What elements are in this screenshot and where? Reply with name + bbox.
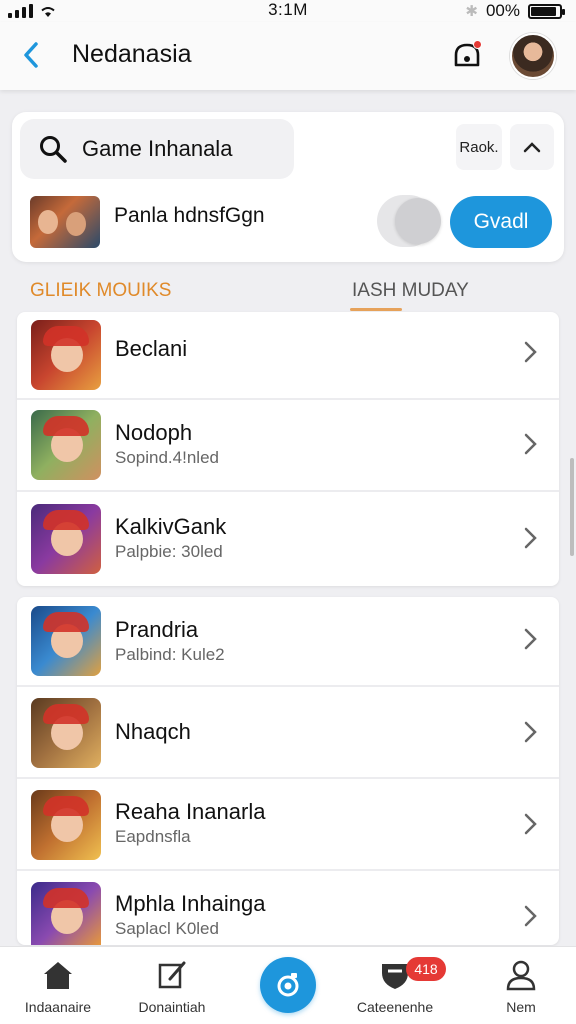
status-bar: 3:1M ✱ 00% xyxy=(0,0,576,22)
nav-item-edit[interactable]: Donaintiah xyxy=(117,947,227,1024)
page-title: Nedanasia xyxy=(72,40,192,68)
game-thumbnail xyxy=(31,410,101,480)
chevron-right-icon xyxy=(524,628,537,650)
nav-item-home[interactable]: Indaanaire xyxy=(3,947,113,1024)
nav-badge: 418 xyxy=(406,957,446,981)
game-thumbnail xyxy=(31,698,101,768)
search-card: Game Inhanala Raok. Panla hdnsfGgn Gvadl xyxy=(12,112,564,262)
list-item-title: KalkivGank xyxy=(115,514,227,539)
list-item[interactable]: Nodoph Sopind.4!nled xyxy=(17,400,559,492)
status-time: 3:1M xyxy=(268,0,308,19)
primary-action-button[interactable]: Gvadl xyxy=(450,196,552,248)
nav-label: Donaintiah xyxy=(138,999,206,1015)
chevron-right-icon xyxy=(524,905,537,927)
game-thumbnail xyxy=(31,606,101,676)
search-icon xyxy=(40,136,67,163)
app-header: Nedanasia xyxy=(0,22,576,90)
list-item[interactable]: Nhaqch xyxy=(17,687,559,779)
notification-dot xyxy=(473,40,482,49)
game-list-primary: Beclani Nodoph Sopind.4!nled KalkivGank … xyxy=(17,312,559,586)
list-item-title: Reaha Inanarla xyxy=(115,799,266,824)
nav-item-profile[interactable]: Nem xyxy=(466,947,576,1024)
chevron-right-icon xyxy=(524,433,537,455)
toggle-switch[interactable] xyxy=(377,195,441,247)
bottom-nav: Indaanaire Donaintiah Cateenenhe 418 Nem xyxy=(0,946,576,1024)
camera-button[interactable] xyxy=(260,957,316,1013)
tab-first[interactable]: GLIEIK MOUIKS xyxy=(30,280,171,302)
list-item-subtitle: Eapdnsfla xyxy=(115,827,191,846)
collapse-button[interactable] xyxy=(510,124,554,170)
chevron-right-icon xyxy=(524,527,537,549)
list-item-title: Beclani xyxy=(115,336,188,361)
chevron-left-icon xyxy=(24,42,38,68)
list-item-subtitle: Palbind: Kule2 xyxy=(115,645,225,664)
chevron-up-icon xyxy=(523,142,541,153)
game-thumbnail xyxy=(31,790,101,860)
list-item-title: Prandria xyxy=(115,617,199,642)
chevron-right-icon xyxy=(524,721,537,743)
list-item-subtitle: Sopind.4!nled xyxy=(115,448,219,467)
list-item[interactable]: Reaha Inanarla Eapdnsfla xyxy=(17,779,559,871)
list-item[interactable]: KalkivGank Palpbie: 30led xyxy=(17,492,559,586)
nav-label: Cateenenhe xyxy=(356,999,434,1015)
tab-bar: GLIEIK MOUIKS IASH MUDAY xyxy=(0,270,576,314)
person-icon xyxy=(506,960,536,991)
camera-icon xyxy=(277,973,299,997)
back-button[interactable] xyxy=(18,38,44,72)
list-item-subtitle: Saplacl K0led xyxy=(115,919,219,938)
search-input-value: Game Inhanala xyxy=(82,136,233,161)
game-list-secondary: Prandria Palbind: Kule2 Nhaqch Reaha Ina… xyxy=(17,597,559,945)
list-item[interactable]: Mphla Inhainga Saplacl K0led xyxy=(17,871,559,945)
scrollbar[interactable] xyxy=(570,458,574,556)
toggle-knob xyxy=(395,198,441,244)
notification-button[interactable] xyxy=(448,36,486,74)
list-item-subtitle: Palpbie: 30led xyxy=(115,542,223,561)
chevron-right-icon xyxy=(524,813,537,835)
battery-fill xyxy=(531,6,556,16)
game-thumbnail xyxy=(31,504,101,574)
list-item-title: Nhaqch xyxy=(115,719,191,744)
chevron-right-icon xyxy=(524,341,537,363)
avatar[interactable] xyxy=(510,33,556,79)
tab-indicator xyxy=(350,308,402,311)
list-item-title: Mphla Inhainga xyxy=(115,891,266,916)
battery-icon xyxy=(528,3,565,19)
list-item[interactable]: Prandria Palbind: Kule2 xyxy=(17,597,559,687)
game-thumbnail xyxy=(31,320,101,390)
featured-name: Panla hdnsfGgn xyxy=(114,204,265,227)
list-item-title: Nodoph xyxy=(115,420,193,445)
tab-second[interactable]: IASH MUDAY xyxy=(352,280,469,302)
featured-thumbnail xyxy=(30,196,100,248)
edit-icon xyxy=(158,961,186,989)
home-icon xyxy=(44,962,72,989)
nav-label: Indaanaire xyxy=(24,999,92,1015)
sort-button[interactable]: Raok. xyxy=(456,124,502,170)
search-input[interactable]: Game Inhanala xyxy=(20,119,294,179)
nav-label: Nem xyxy=(506,999,536,1015)
list-item[interactable]: Beclani xyxy=(17,312,559,400)
game-thumbnail xyxy=(31,882,101,945)
